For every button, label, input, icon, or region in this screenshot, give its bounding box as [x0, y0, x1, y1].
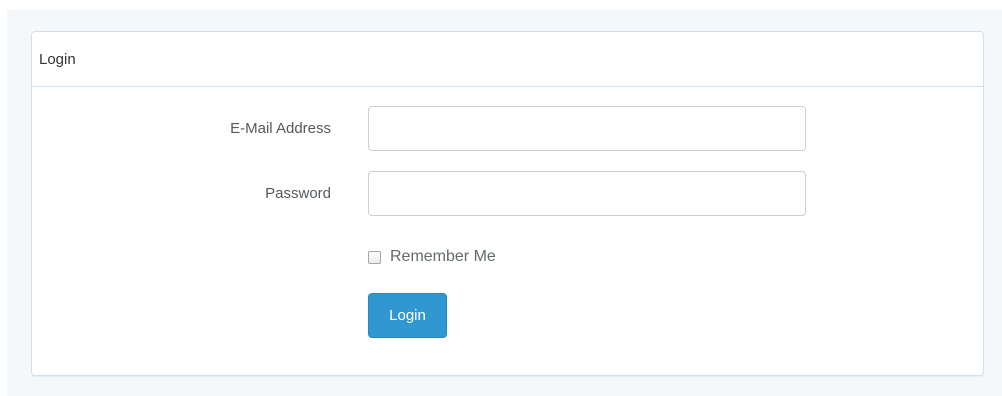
remember-me-checkbox[interactable]	[368, 250, 381, 264]
email-field[interactable]	[368, 106, 806, 151]
panel-title: Login	[39, 50, 76, 68]
email-label: E-Mail Address	[230, 120, 331, 137]
remember-me-row[interactable]: Remember Me	[368, 248, 496, 266]
login-panel: Login E-Mail Address Password Remember M…	[31, 31, 984, 376]
remember-me-label[interactable]: Remember Me	[390, 248, 496, 266]
panel-heading: Login	[32, 32, 983, 87]
password-field[interactable]	[368, 171, 806, 216]
login-button[interactable]: Login	[368, 293, 447, 338]
password-label: Password	[265, 185, 331, 202]
